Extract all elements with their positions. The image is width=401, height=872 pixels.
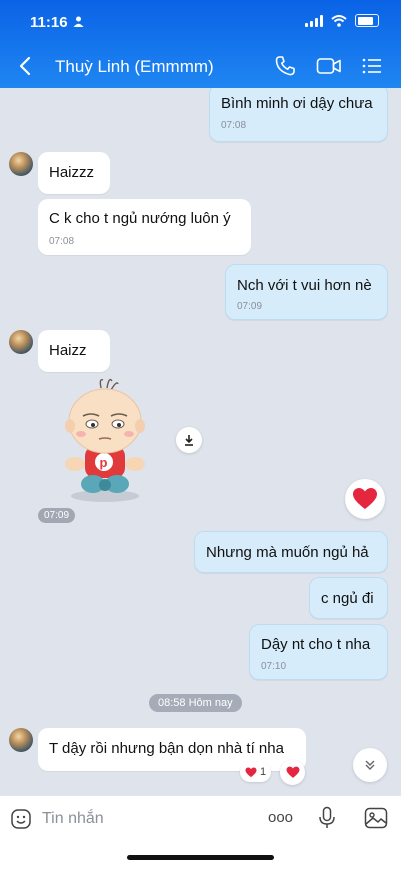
microphone-icon[interactable]: [318, 806, 336, 830]
status-indicators: [305, 14, 379, 27]
message-input[interactable]: Tin nhắn: [42, 810, 104, 828]
video-call-icon[interactable]: [316, 55, 342, 77]
download-icon: [185, 435, 193, 446]
message-text: c ngủ đi: [321, 590, 374, 607]
image-icon[interactable]: [364, 807, 388, 829]
message-bubble-outgoing[interactable]: c ngủ đi: [309, 577, 388, 619]
download-button[interactable]: [176, 427, 202, 453]
sticker-message[interactable]: p: [55, 376, 155, 504]
emoji-icon[interactable]: [10, 808, 32, 830]
message-bubble-incoming[interactable]: Haizzz: [38, 152, 110, 194]
message-bubble-incoming[interactable]: Haizz: [38, 330, 110, 372]
scroll-down-icon: [365, 760, 375, 770]
home-indicator: [127, 855, 274, 860]
contact-name[interactable]: Thuỳ Linh (Emmmm): [55, 57, 214, 77]
wifi-icon: [331, 14, 347, 27]
menu-list-icon[interactable]: [361, 55, 383, 77]
message-time: 07:08: [221, 120, 247, 131]
message-text: T dậy rồi nhưng bận dọn nhà tí nha: [49, 740, 284, 757]
reaction-summary[interactable]: 1: [240, 762, 272, 782]
message-text: Nch với t vui hơn nè: [237, 277, 372, 294]
chat-header: 11:16 Thuỳ Linh (Emmmm): [0, 0, 401, 88]
message-text: Nhưng mà muốn ngủ hả: [206, 544, 369, 561]
signal-icon: [305, 14, 323, 27]
message-text: C k cho t ngủ nướng luôn ý: [49, 210, 231, 227]
message-bubble-outgoing[interactable]: Bình minh ơi dậy chưa 07:08: [209, 88, 388, 142]
date-separator: 08:58 Hôm nay: [149, 694, 242, 712]
react-button[interactable]: [345, 479, 385, 519]
more-options-button[interactable]: ooo: [268, 809, 293, 826]
battery-icon: [355, 14, 379, 27]
message-input-bar: Tin nhắn ooo: [0, 795, 401, 872]
heart-icon: [245, 766, 257, 777]
message-bubble-outgoing[interactable]: Dậy nt cho t nha 07:10: [249, 624, 388, 680]
reaction-count: 1: [260, 766, 267, 778]
message-time: 07:10: [261, 661, 287, 672]
phone-icon[interactable]: [274, 55, 296, 77]
message-bubble-incoming[interactable]: C k cho t ngủ nướng luôn ý 07:08: [38, 199, 251, 255]
avatar[interactable]: [9, 330, 33, 354]
svg-text:p: p: [100, 455, 108, 470]
message-text: Haizz: [49, 342, 87, 359]
message-time: 07:09: [38, 508, 76, 523]
message-text: Bình minh ơi dậy chưa: [221, 95, 373, 112]
scroll-to-bottom-button[interactable]: [353, 748, 387, 782]
message-bubble-outgoing[interactable]: Nhưng mà muốn ngủ hả: [194, 531, 388, 573]
avatar[interactable]: [9, 728, 33, 752]
avatar[interactable]: [9, 152, 33, 176]
back-icon[interactable]: [18, 55, 32, 77]
heart-icon: [353, 488, 377, 509]
message-list[interactable]: Bình minh ơi dậy chưa 07:08 Haizzz C k c…: [0, 88, 401, 795]
status-time: 11:16: [30, 14, 68, 31]
message-time: 07:08: [49, 236, 75, 247]
message-text: Haizzz: [49, 164, 95, 181]
person-icon: [73, 16, 84, 27]
message-text: Dậy nt cho t nha: [261, 636, 371, 653]
heart-icon: [286, 766, 299, 778]
message-time: 07:09: [237, 301, 263, 312]
react-button[interactable]: [280, 760, 305, 785]
baby-sticker-image: p: [65, 378, 145, 502]
message-bubble-outgoing[interactable]: Nch với t vui hơn nè 07:09: [225, 264, 388, 320]
